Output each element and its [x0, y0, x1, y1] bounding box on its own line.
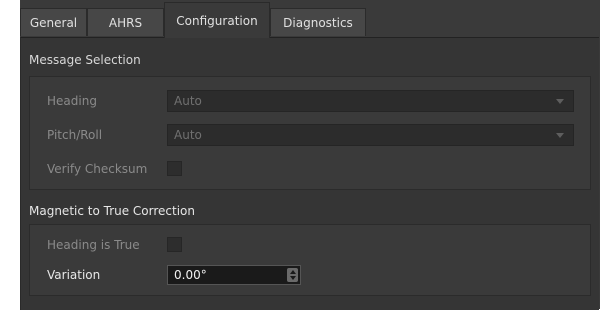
pitch-roll-combo[interactable]: Auto: [167, 124, 574, 146]
tab-ahrs[interactable]: AHRS: [87, 8, 164, 36]
pitch-roll-combo-value: Auto: [174, 128, 202, 142]
magnetic-correction-title: Magnetic to True Correction: [29, 204, 196, 218]
heading-is-true-label: Heading is True: [47, 238, 140, 252]
chevron-down-icon: [556, 133, 564, 138]
tab-diagnostics[interactable]: Diagnostics: [270, 8, 366, 36]
variation-spinbox[interactable]: 0.00°: [167, 265, 301, 285]
chevron-down-icon: [556, 99, 564, 104]
settings-window: General AHRS Configuration Diagnostics M…: [20, 0, 600, 310]
heading-label: Heading: [47, 94, 97, 108]
message-selection-title: Message Selection: [29, 53, 141, 67]
verify-checksum-label: Verify Checksum: [47, 162, 148, 176]
variation-label: Variation: [47, 268, 101, 282]
heading-combo[interactable]: Auto: [167, 90, 574, 112]
variation-value: 0.00°: [174, 268, 207, 282]
message-selection-group: Heading Auto Pitch/Roll Auto Verify Chec…: [29, 76, 591, 190]
configuration-pane: Message Selection Heading Auto Pitch/Rol…: [20, 37, 599, 310]
spin-arrows-icon[interactable]: [287, 268, 298, 282]
heading-is-true-checkbox[interactable]: [167, 237, 182, 252]
heading-combo-value: Auto: [174, 94, 202, 108]
pitch-roll-label: Pitch/Roll: [47, 128, 103, 142]
tab-bar: General AHRS Configuration Diagnostics: [20, 2, 600, 38]
tab-general[interactable]: General: [20, 8, 87, 36]
verify-checksum-checkbox[interactable]: [167, 161, 182, 176]
tab-configuration[interactable]: Configuration: [164, 2, 270, 38]
magnetic-correction-group: Heading is True Variation 0.00°: [29, 224, 591, 296]
